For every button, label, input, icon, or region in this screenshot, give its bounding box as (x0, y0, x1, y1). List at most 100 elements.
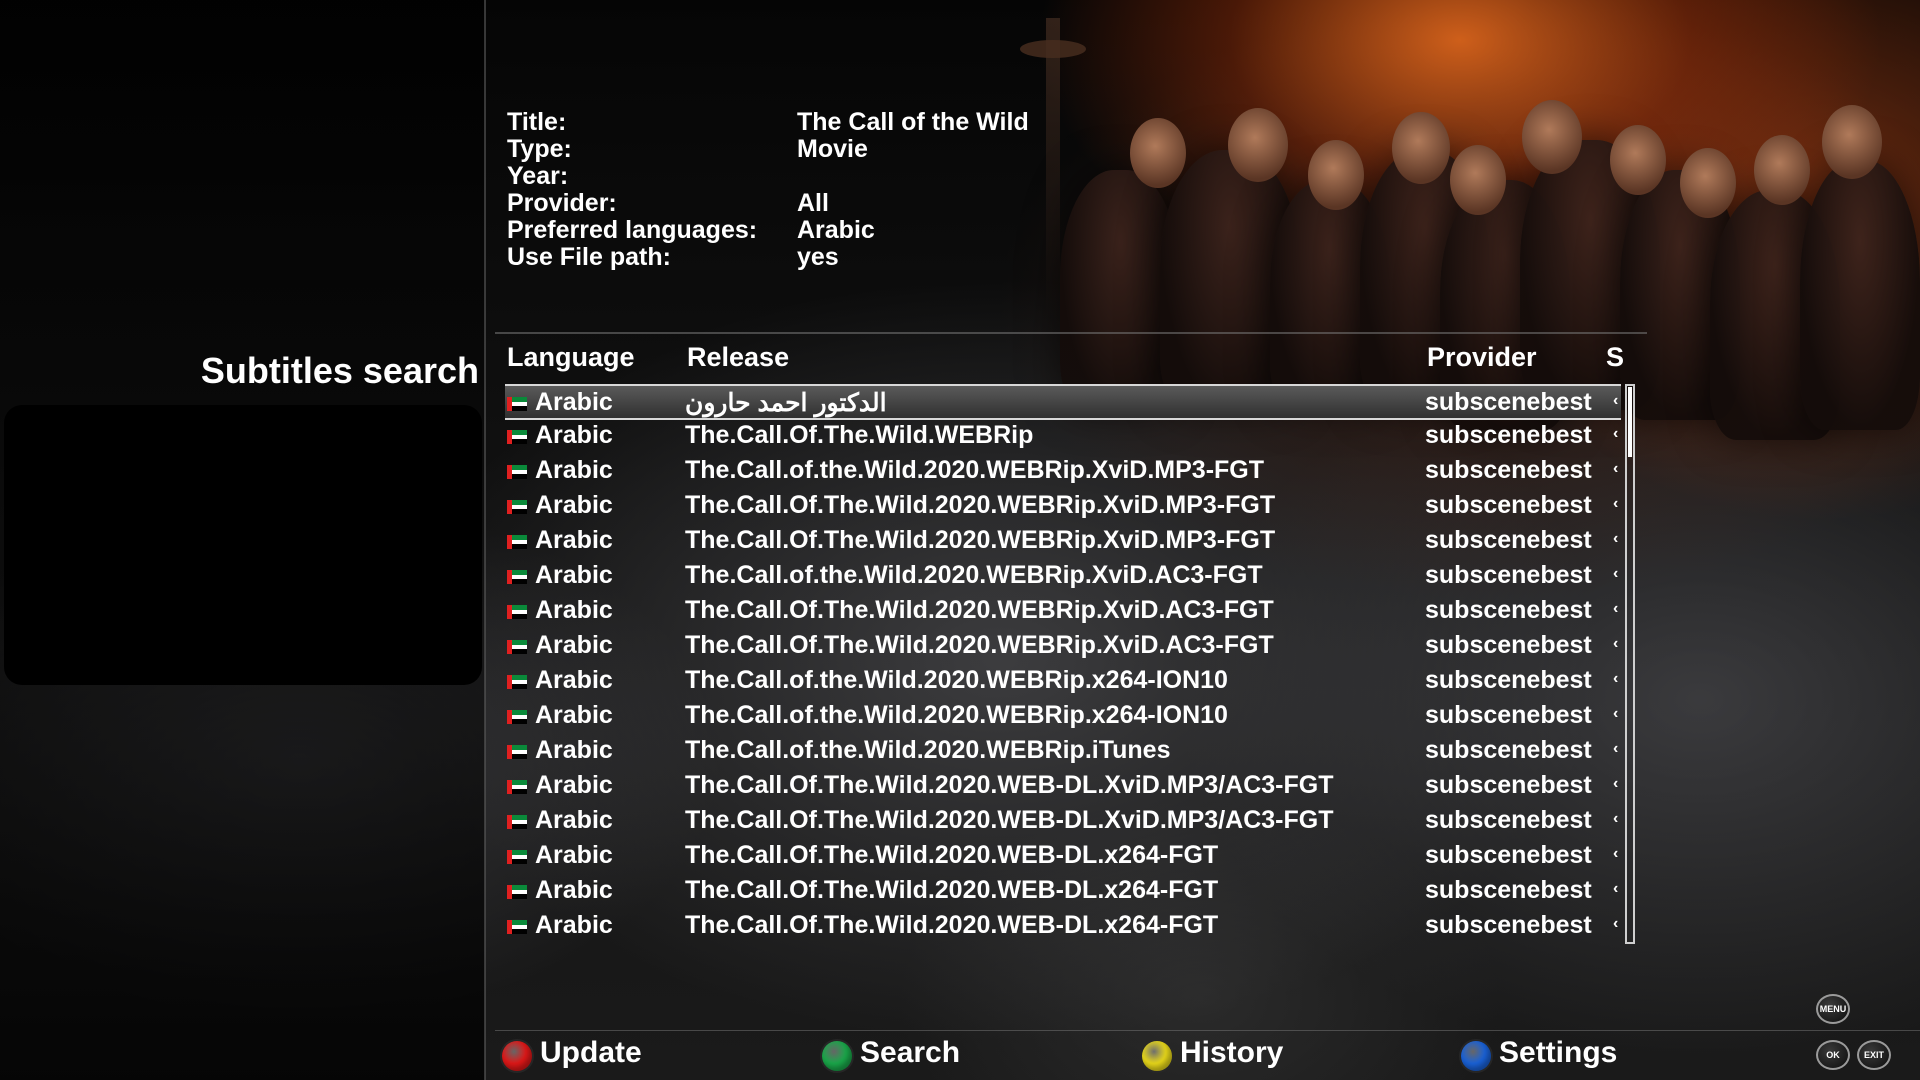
release-cell: The.Call.of.the.Wild.2020.WEBRip.XviD.MP… (685, 456, 1265, 484)
column-header-release[interactable]: Release (687, 342, 789, 373)
score-cell: ‹ (1613, 460, 1619, 477)
table-row[interactable]: Arabic The.Call.Of.The.Wild.2020.WEB-DL.x… (505, 874, 1621, 909)
table-row[interactable]: Arabic The.Call.of.the.Wild.2020.WEBRip.x… (505, 664, 1621, 699)
language-cell: Arabic (535, 491, 613, 519)
release-cell: The.Call.Of.The.Wild.WEBRip (685, 421, 1034, 449)
score-cell: ‹ (1613, 530, 1619, 547)
table-row[interactable]: Arabic The.Call.of.the.Wild.2020.WEBRip.i… (505, 734, 1621, 769)
table-row[interactable]: Arabic الدكتور احمد حارون subscenebest ‹ (505, 384, 1621, 420)
score-cell: ‹ (1613, 915, 1619, 932)
release-cell: الدكتور احمد حارون (685, 389, 887, 417)
language-cell: Arabic (535, 806, 613, 834)
table-row[interactable]: Arabic The.Call.of.the.Wild.2020.WEBRip.x… (505, 699, 1621, 734)
info-divider (495, 332, 1647, 334)
poster-head (1680, 148, 1736, 218)
poster-head (1450, 145, 1506, 215)
table-row[interactable]: Arabic The.Call.Of.The.Wild.WEBRip subscen… (505, 419, 1621, 454)
uae-flag-icon (507, 605, 527, 619)
table-row[interactable]: Arabic The.Call.Of.The.Wild.2020.WEB-DL.x… (505, 839, 1621, 874)
poster-head (1392, 112, 1450, 184)
provider-cell: subscenebest (1425, 526, 1592, 554)
poster-head (1754, 135, 1810, 205)
footer-button-label: Search (860, 1036, 961, 1069)
column-header-score[interactable]: S (1606, 342, 1624, 373)
table-row[interactable]: Arabic The.Call.Of.The.Wild.2020.WEBRip.X… (505, 629, 1621, 664)
language-cell: Arabic (535, 561, 613, 589)
footer-button-label: Update (540, 1036, 642, 1069)
poster-head (1822, 105, 1882, 179)
green-button-icon (822, 1041, 852, 1071)
release-cell: The.Call.Of.The.Wild.2020.WEB-DL.x264-FG… (685, 841, 1219, 869)
exit-key-icon[interactable]: EXIT (1857, 1040, 1891, 1070)
list-scrollbar[interactable] (1625, 384, 1635, 944)
menu-key-icon[interactable]: MENU (1816, 994, 1850, 1024)
preview-box (4, 405, 482, 685)
table-row[interactable]: Arabic The.Call.Of.The.Wild.2020.WEBRip.X… (505, 524, 1621, 559)
language-cell: Arabic (535, 666, 613, 694)
release-cell: The.Call.of.the.Wild.2020.WEBRip.x264-IO… (685, 701, 1228, 729)
uae-flag-icon (507, 780, 527, 794)
table-row[interactable]: Arabic The.Call.Of.The.Wild.2020.WEB-DL.X… (505, 804, 1621, 839)
language-cell: Arabic (535, 736, 613, 764)
score-cell: ‹ (1613, 635, 1619, 652)
pane-divider (484, 0, 486, 1080)
info-label: Use File path: (507, 243, 671, 271)
subtitles-list[interactable]: Arabic الدكتور احمد حارون subscenebest ‹ Ara… (505, 384, 1625, 944)
score-cell: ‹ (1613, 845, 1619, 862)
provider-cell: subscenebest (1425, 701, 1592, 729)
release-cell: The.Call.Of.The.Wild.2020.WEBRip.XviD.MP… (685, 526, 1276, 554)
uae-flag-icon (507, 397, 527, 411)
poster-head (1610, 125, 1666, 195)
info-value: Arabic (797, 216, 875, 244)
provider-cell: subscenebest (1425, 841, 1592, 869)
table-row[interactable]: Arabic The.Call.Of.The.Wild.2020.WEB-DL.X… (505, 769, 1621, 804)
info-label: Provider: (507, 189, 617, 217)
tower-top-silhouette (1020, 40, 1086, 58)
column-header-language[interactable]: Language (507, 342, 635, 373)
uae-flag-icon (507, 920, 527, 934)
score-cell: ‹ (1613, 880, 1619, 897)
release-cell: The.Call.Of.The.Wild.2020.WEB-DL.x264-FG… (685, 876, 1219, 904)
score-cell: ‹ (1613, 775, 1619, 792)
scrollbar-thumb[interactable] (1628, 387, 1632, 457)
provider-cell: subscenebest (1425, 736, 1592, 764)
provider-cell: subscenebest (1425, 666, 1592, 694)
info-value: All (797, 189, 829, 217)
footer-button-label: Settings (1499, 1036, 1618, 1069)
table-row[interactable]: Arabic The.Call.Of.The.Wild.2020.WEBRip.X… (505, 489, 1621, 524)
column-header-provider[interactable]: Provider (1427, 342, 1537, 373)
release-cell: The.Call.Of.The.Wild.2020.WEBRip.XviD.MP… (685, 491, 1276, 519)
ok-key-icon[interactable]: OK (1816, 1040, 1850, 1070)
language-cell: Arabic (535, 876, 613, 904)
release-cell: The.Call.Of.The.Wild.2020.WEBRip.XviD.AC… (685, 631, 1274, 659)
score-cell: ‹ (1613, 425, 1619, 442)
uae-flag-icon (507, 850, 527, 864)
uae-flag-icon (507, 535, 527, 549)
uae-flag-icon (507, 465, 527, 479)
release-cell: The.Call.of.the.Wild.2020.WEBRip.x264-IO… (685, 666, 1228, 694)
table-row[interactable]: Arabic The.Call.of.the.Wild.2020.WEBRip.X… (505, 559, 1621, 594)
score-cell: ‹ (1613, 565, 1619, 582)
info-value: Movie (797, 135, 868, 163)
footer-divider (495, 1030, 1920, 1031)
table-row[interactable]: Arabic The.Call.Of.The.Wild.2020.WEBRip.X… (505, 594, 1621, 629)
score-cell: ‹ (1613, 392, 1619, 409)
score-cell: ‹ (1613, 740, 1619, 757)
language-cell: Arabic (535, 456, 613, 484)
table-row[interactable]: Arabic The.Call.Of.The.Wild.2020.WEB-DL.x… (505, 909, 1621, 944)
uae-flag-icon (507, 885, 527, 899)
provider-cell: subscenebest (1425, 456, 1592, 484)
info-value: yes (797, 243, 839, 271)
yellow-button-icon (1142, 1041, 1172, 1071)
provider-cell: subscenebest (1425, 561, 1592, 589)
info-label: Preferred languages: (507, 216, 758, 244)
poster-head (1228, 108, 1288, 182)
uae-flag-icon (507, 570, 527, 584)
release-cell: The.Call.Of.The.Wild.2020.WEB-DL.XviD.MP… (685, 806, 1334, 834)
language-cell: Arabic (535, 388, 613, 416)
blue-button-icon (1461, 1041, 1491, 1071)
table-row[interactable]: Arabic The.Call.of.the.Wild.2020.WEBRip.X… (505, 454, 1621, 489)
info-row: Use File path: yes (507, 243, 1207, 276)
score-cell: ‹ (1613, 670, 1619, 687)
language-cell: Arabic (535, 841, 613, 869)
